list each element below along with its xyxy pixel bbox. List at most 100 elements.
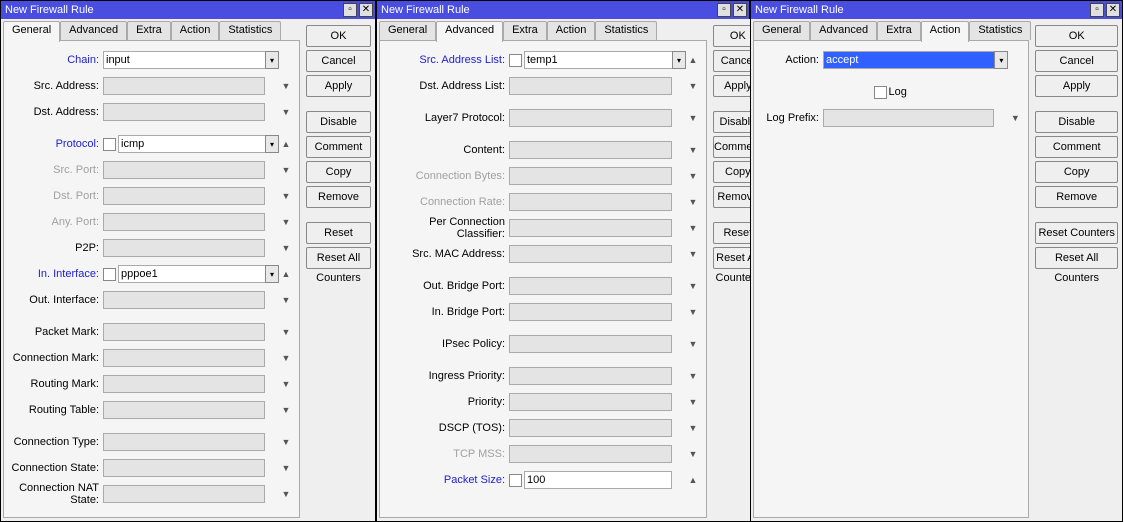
chain-dropdown[interactable]: ▾ xyxy=(265,51,279,69)
protocol-dropdown[interactable]: ▾ xyxy=(265,135,279,153)
tab-general[interactable]: General xyxy=(753,21,810,40)
action-input[interactable] xyxy=(823,51,995,69)
remove-button[interactable]: Remove xyxy=(1035,186,1118,208)
routing-mark-expand[interactable]: ▼ xyxy=(279,379,293,389)
protocol-not-checkbox[interactable] xyxy=(103,138,116,151)
connection-rate-expand[interactable]: ▼ xyxy=(686,197,700,207)
connection-bytes-input[interactable] xyxy=(509,167,672,185)
src-address-list-not-checkbox[interactable] xyxy=(509,54,522,67)
minimize-button[interactable]: ▫ xyxy=(1090,3,1104,17)
priority-expand[interactable]: ▼ xyxy=(686,397,700,407)
src-address-list-dropdown[interactable]: ▾ xyxy=(672,51,686,69)
out-interface-input[interactable] xyxy=(103,291,265,309)
log-prefix-input[interactable] xyxy=(823,109,994,127)
ipsec-policy-input[interactable] xyxy=(509,335,672,353)
tcp-mss-expand[interactable]: ▼ xyxy=(686,449,700,459)
in-interface-input[interactable] xyxy=(118,265,266,283)
tab-extra[interactable]: Extra xyxy=(127,21,171,40)
tab-action[interactable]: Action xyxy=(921,21,970,42)
p2p-expand[interactable]: ▼ xyxy=(279,243,293,253)
in-interface-dropdown[interactable]: ▾ xyxy=(265,265,279,283)
out-bridge-port-input[interactable] xyxy=(509,277,672,295)
dscp-input[interactable] xyxy=(509,419,672,437)
dscp-expand[interactable]: ▼ xyxy=(686,423,700,433)
ingress-priority-input[interactable] xyxy=(509,367,672,385)
packet-size-not-checkbox[interactable] xyxy=(509,474,522,487)
disable-button[interactable]: Disable xyxy=(1035,111,1118,133)
titlebar[interactable]: New Firewall Rule ▫ ✕ xyxy=(751,1,1122,19)
ipsec-policy-expand[interactable]: ▼ xyxy=(686,339,700,349)
minimize-button[interactable]: ▫ xyxy=(717,3,731,17)
connection-bytes-expand[interactable]: ▼ xyxy=(686,171,700,181)
dst-address-list-input[interactable] xyxy=(509,77,672,95)
close-button[interactable]: ✕ xyxy=(1106,3,1120,17)
routing-table-expand[interactable]: ▼ xyxy=(279,405,293,415)
pcc-expand[interactable]: ▼ xyxy=(686,223,700,233)
in-bridge-port-expand[interactable]: ▼ xyxy=(686,307,700,317)
dst-port-expand[interactable]: ▼ xyxy=(279,191,293,201)
connection-nat-state-input[interactable] xyxy=(103,485,265,503)
src-address-expand[interactable]: ▼ xyxy=(279,81,293,91)
comment-button[interactable]: Comment xyxy=(306,136,371,158)
src-address-list-input[interactable] xyxy=(524,51,673,69)
tab-advanced[interactable]: Advanced xyxy=(810,21,877,40)
reset-all-counters-button[interactable]: Reset All Counters xyxy=(1035,247,1118,269)
out-interface-expand[interactable]: ▼ xyxy=(279,295,293,305)
connection-state-input[interactable] xyxy=(103,459,265,477)
dst-address-list-expand[interactable]: ▼ xyxy=(686,81,700,91)
remove-button[interactable]: Remove xyxy=(306,186,371,208)
dst-port-input[interactable] xyxy=(103,187,265,205)
copy-button[interactable]: Copy xyxy=(306,161,371,183)
connection-nat-state-expand[interactable]: ▼ xyxy=(279,489,293,499)
packet-size-input[interactable] xyxy=(524,471,672,489)
tab-general[interactable]: General xyxy=(3,21,60,42)
titlebar[interactable]: New Firewall Rule ▫ ✕ xyxy=(377,1,749,19)
connection-mark-input[interactable] xyxy=(103,349,265,367)
close-button[interactable]: ✕ xyxy=(359,3,373,17)
reset-all-counters-button[interactable]: Reset All Counters xyxy=(306,247,371,269)
titlebar[interactable]: New Firewall Rule ▫ ✕ xyxy=(1,1,375,19)
tab-action[interactable]: Action xyxy=(547,21,596,40)
tcp-mss-input[interactable] xyxy=(509,445,672,463)
copy-button[interactable]: Copy xyxy=(1035,161,1118,183)
tab-statistics[interactable]: Statistics xyxy=(595,21,657,40)
connection-state-expand[interactable]: ▼ xyxy=(279,463,293,473)
tab-statistics[interactable]: Statistics xyxy=(969,21,1031,40)
dst-address-input[interactable] xyxy=(103,103,265,121)
src-address-list-collapse[interactable]: ▲ xyxy=(686,55,700,65)
any-port-input[interactable] xyxy=(103,213,265,231)
pcc-input[interactable] xyxy=(509,219,672,237)
src-port-input[interactable] xyxy=(103,161,265,179)
src-mac-input[interactable] xyxy=(509,245,672,263)
packet-size-collapse[interactable]: ▲ xyxy=(686,475,700,485)
any-port-expand[interactable]: ▼ xyxy=(279,217,293,227)
log-checkbox[interactable] xyxy=(874,86,887,99)
layer7-protocol-input[interactable] xyxy=(509,109,672,127)
packet-mark-input[interactable] xyxy=(103,323,265,341)
in-interface-collapse[interactable]: ▲ xyxy=(279,269,293,279)
routing-table-input[interactable] xyxy=(103,401,265,419)
chain-input[interactable] xyxy=(103,51,266,69)
ok-button[interactable]: OK xyxy=(306,25,371,47)
ok-button[interactable]: OK xyxy=(1035,25,1118,47)
tab-extra[interactable]: Extra xyxy=(503,21,547,40)
cancel-button[interactable]: Cancel xyxy=(306,50,371,72)
apply-button[interactable]: Apply xyxy=(1035,75,1118,97)
tab-statistics[interactable]: Statistics xyxy=(219,21,281,40)
connection-rate-input[interactable] xyxy=(509,193,672,211)
packet-mark-expand[interactable]: ▼ xyxy=(279,327,293,337)
routing-mark-input[interactable] xyxy=(103,375,265,393)
content-input[interactable] xyxy=(509,141,672,159)
disable-button[interactable]: Disable xyxy=(306,111,371,133)
tab-general[interactable]: General xyxy=(379,21,436,40)
tab-advanced[interactable]: Advanced xyxy=(436,21,503,42)
p2p-input[interactable] xyxy=(103,239,265,257)
comment-button[interactable]: Comment xyxy=(1035,136,1118,158)
connection-mark-expand[interactable]: ▼ xyxy=(279,353,293,363)
src-address-input[interactable] xyxy=(103,77,265,95)
connection-type-input[interactable] xyxy=(103,433,265,451)
layer7-protocol-expand[interactable]: ▼ xyxy=(686,113,700,123)
close-button[interactable]: ✕ xyxy=(733,3,747,17)
tab-extra[interactable]: Extra xyxy=(877,21,921,40)
priority-input[interactable] xyxy=(509,393,672,411)
